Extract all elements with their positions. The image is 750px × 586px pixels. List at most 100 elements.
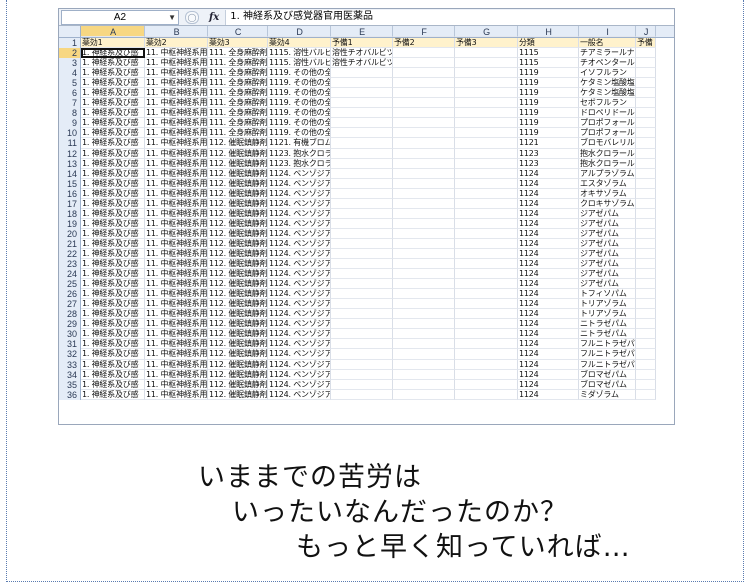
table-cell[interactable] [455, 98, 518, 109]
table-cell[interactable] [455, 58, 518, 69]
table-cell[interactable] [331, 289, 393, 300]
table-cell[interactable]: 1124 [518, 299, 579, 310]
table-cell[interactable]: 1. 神経系及び感 [81, 88, 145, 99]
table-cell[interactable]: 111. 全身麻酔剤 [208, 48, 268, 59]
table-cell[interactable]: 11. 中枢神経系用 [145, 158, 208, 169]
table-cell[interactable] [636, 379, 656, 390]
table-cell[interactable] [393, 118, 455, 129]
table-cell[interactable]: 1. 神経系及び感 [81, 218, 145, 229]
table-cell[interactable]: 1. 神経系及び感 [81, 148, 145, 159]
table-cell[interactable]: 1124. ベンゾジアゼピン系製剤 [268, 329, 331, 340]
table-cell[interactable] [331, 138, 393, 149]
chevron-down-icon[interactable]: ▼ [168, 11, 176, 24]
table-cell[interactable]: 112. 催眠鎮静剤 [208, 228, 268, 239]
table-cell[interactable]: 1119 [518, 108, 579, 119]
table-cell[interactable] [636, 98, 656, 109]
table-cell[interactable]: 112. 催眠鎮静剤 [208, 279, 268, 290]
table-cell[interactable] [636, 78, 656, 89]
table-cell[interactable]: 1124. ベンゾジアゼピン系製剤 [268, 359, 331, 370]
table-cell[interactable]: フルニトラゼパム [579, 349, 636, 360]
table-cell[interactable] [331, 238, 393, 249]
table-cell[interactable] [393, 158, 455, 169]
table-cell[interactable] [393, 269, 455, 280]
table-cell[interactable] [636, 138, 656, 149]
table-cell[interactable]: チオペンタールナトリウム [579, 58, 636, 69]
row-number[interactable]: 25 [59, 279, 81, 290]
table-cell[interactable] [393, 128, 455, 139]
table-cell[interactable]: 1. 神経系及び感 [81, 118, 145, 129]
table-cell[interactable]: 1124. ベンゾジアゼピン系製剤 [268, 379, 331, 390]
table-cell[interactable] [455, 309, 518, 320]
table-cell[interactable]: ジアゼパム [579, 259, 636, 270]
table-cell[interactable] [393, 228, 455, 239]
table-cell[interactable] [331, 108, 393, 119]
table-cell[interactable]: ケタミン塩酸塩 [579, 78, 636, 89]
table-cell[interactable]: トリアゾラム [579, 309, 636, 320]
table-cell[interactable] [331, 329, 393, 340]
table-cell[interactable]: 1124 [518, 198, 579, 209]
header-cell[interactable]: 薬効4 [268, 38, 331, 49]
active-cell[interactable]: 1. 神経系及び感 [81, 48, 145, 59]
header-cell[interactable]: 薬効1 [81, 38, 145, 49]
column-header[interactable]: A [81, 26, 145, 37]
table-cell[interactable] [393, 309, 455, 320]
column-header[interactable]: C [208, 26, 268, 37]
table-cell[interactable]: 1. 神経系及び感 [81, 389, 145, 400]
table-cell[interactable] [455, 138, 518, 149]
table-cell[interactable] [331, 208, 393, 219]
table-cell[interactable] [636, 118, 656, 129]
table-cell[interactable] [636, 369, 656, 380]
table-cell[interactable] [331, 389, 393, 400]
table-cell[interactable]: 1. 神経系及び感 [81, 158, 145, 169]
table-cell[interactable] [393, 98, 455, 109]
table-cell[interactable] [455, 349, 518, 360]
function-icon[interactable]: fx [209, 12, 219, 23]
table-cell[interactable]: 11. 中枢神経系用 [145, 309, 208, 320]
table-cell[interactable]: 11. 中枢神経系用 [145, 319, 208, 330]
table-cell[interactable] [636, 319, 656, 330]
table-cell[interactable] [636, 88, 656, 99]
table-cell[interactable]: 1124. ベンゾジアゼピン系製剤 [268, 168, 331, 179]
table-cell[interactable]: 1124. ベンゾジアゼピン系製剤 [268, 289, 331, 300]
table-cell[interactable] [636, 259, 656, 270]
column-header[interactable]: H [518, 26, 579, 37]
column-header[interactable]: D [268, 26, 331, 37]
table-cell[interactable]: 11. 中枢神経系用 [145, 379, 208, 390]
table-cell[interactable]: プロポフォール [579, 128, 636, 139]
table-cell[interactable] [636, 218, 656, 229]
table-cell[interactable]: 11. 中枢神経系用 [145, 108, 208, 119]
table-cell[interactable] [331, 299, 393, 310]
table-cell[interactable] [393, 339, 455, 350]
table-cell[interactable] [331, 158, 393, 169]
table-cell[interactable]: 112. 催眠鎮静剤 [208, 148, 268, 159]
table-cell[interactable]: 11. 中枢神経系用 [145, 128, 208, 139]
table-cell[interactable]: 112. 催眠鎮静剤 [208, 218, 268, 229]
table-cell[interactable]: 112. 催眠鎮静剤 [208, 339, 268, 350]
row-number[interactable]: 6 [59, 88, 81, 99]
table-cell[interactable]: 11. 中枢神経系用 [145, 299, 208, 310]
table-cell[interactable]: 1. 神経系及び感 [81, 359, 145, 370]
table-cell[interactable]: 1124. ベンゾジアゼピン系製剤 [268, 178, 331, 189]
table-cell[interactable]: 1119. その他の全身麻酔剤 [268, 78, 331, 89]
formula-input[interactable]: 1. 神経系及び感覚器官用医薬品 [225, 9, 674, 25]
header-cell[interactable]: 一般名 [579, 38, 636, 49]
table-cell[interactable]: エスタゾラム [579, 178, 636, 189]
table-cell[interactable]: 1115. 溶性バルビツール酸系及び [268, 48, 331, 59]
table-cell[interactable]: 1124 [518, 289, 579, 300]
table-cell[interactable]: 1124. ベンゾジアゼピン系製剤 [268, 339, 331, 350]
table-cell[interactable]: 112. 催眠鎮静剤 [208, 198, 268, 209]
table-cell[interactable]: セボフルラン [579, 98, 636, 109]
table-cell[interactable]: 11. 中枢神経系用 [145, 118, 208, 129]
table-cell[interactable]: 1124 [518, 168, 579, 179]
table-cell[interactable]: 112. 催眠鎮静剤 [208, 389, 268, 400]
table-cell[interactable] [636, 128, 656, 139]
table-cell[interactable]: 1121 [518, 138, 579, 149]
row-number[interactable]: 34 [59, 369, 81, 380]
table-cell[interactable]: 111. 全身麻酔剤 [208, 88, 268, 99]
table-cell[interactable]: ニトラゼパム [579, 319, 636, 330]
column-header[interactable]: F [393, 26, 455, 37]
table-cell[interactable]: 11. 中枢神経系用 [145, 359, 208, 370]
table-cell[interactable]: 11. 中枢神経系用 [145, 349, 208, 360]
table-cell[interactable] [636, 228, 656, 239]
row-number[interactable]: 31 [59, 339, 81, 350]
